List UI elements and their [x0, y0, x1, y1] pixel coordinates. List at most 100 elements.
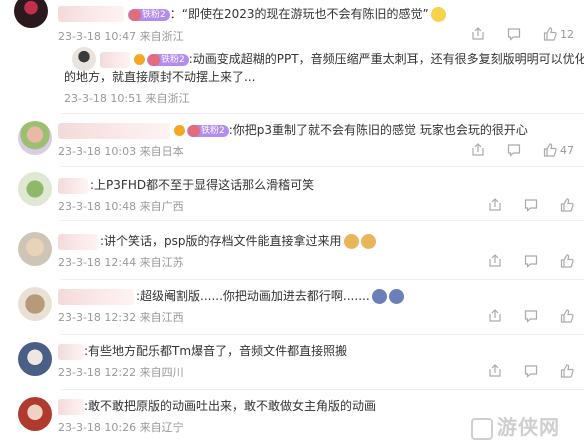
avatar[interactable]: [18, 287, 52, 321]
share-button[interactable]: [488, 364, 502, 378]
comment-date: 23-3-18 10:47: [58, 30, 137, 43]
fan-badge: 铁粉2: [147, 53, 189, 66]
avatar[interactable]: [14, 0, 48, 28]
comment-3: 铁粉2:你把p3重制了就不会有陈旧的感觉 玩家也会玩的很开心 23-3-18 1…: [0, 115, 584, 169]
like-count: 47: [560, 143, 574, 157]
vip-icon: [134, 54, 145, 65]
comment-date: 23-3-18 12:44: [58, 256, 137, 269]
comment-location: 来自江苏: [139, 256, 184, 269]
smile-emoji-icon: [430, 7, 446, 22]
reply-button[interactable]: [524, 198, 538, 212]
username-redacted[interactable]: [100, 52, 130, 68]
divider: [60, 279, 584, 280]
comment-text: :超级阉割版......你把动画加进去都行啊.......: [136, 289, 370, 303]
share-icon: [489, 309, 501, 322]
username-redacted[interactable]: [58, 234, 98, 250]
share-button[interactable]: [488, 309, 502, 323]
comment-text: :有些地方配乐都Tm爆音了，音频文件都直接照搬: [84, 344, 348, 358]
comment-icon: [524, 255, 538, 268]
fan-badge-icon: [148, 53, 160, 66]
watermark-logo-icon: [471, 417, 493, 440]
comment-date: 23-3-18 10:03: [58, 145, 137, 158]
doge-emoji-icon: [360, 234, 376, 249]
like-icon: [560, 364, 574, 378]
comment-text-cont: 的地方，就直接原封不动摆上来了...: [64, 70, 256, 84]
fan-badge-icon: [188, 124, 200, 137]
divider: [60, 113, 584, 114]
username-redacted[interactable]: [58, 178, 88, 194]
like-icon: [560, 309, 574, 323]
avatar[interactable]: [18, 121, 52, 155]
share-icon: [489, 198, 501, 211]
reply-button[interactable]: [507, 27, 521, 41]
fan-badge: 铁粉2: [128, 8, 170, 21]
comment-text: :上P3FHD都不至于显得这话那么滑稽可笑: [90, 178, 315, 192]
avatar[interactable]: [18, 397, 52, 431]
comment-text: :动画变成超糊的PPT，音频压缩严重太刺耳，还有很多复刻版明明可以优化: [188, 52, 584, 66]
share-button[interactable]: [471, 143, 485, 157]
divider: [60, 389, 584, 390]
username-redacted[interactable]: [58, 344, 84, 360]
comment-icon: [507, 28, 521, 41]
reply-button[interactable]: [524, 254, 538, 268]
comment-location: 来自四川: [139, 366, 184, 379]
divider: [60, 166, 584, 167]
username-redacted[interactable]: [58, 123, 170, 139]
comment-4: :上P3FHD都不至于显得这话那么滑稽可笑 23-3-18 10:48 来自广西: [0, 168, 584, 222]
like-button[interactable]: [560, 254, 574, 268]
divider: [60, 334, 584, 335]
like-button[interactable]: [560, 364, 574, 378]
username-redacted[interactable]: [58, 289, 134, 305]
comment-text: ：“即使在2023的现在游玩也不会有陈旧的感觉”: [169, 7, 429, 21]
avatar[interactable]: [18, 232, 52, 266]
comment-7: :有些地方配乐都Tm爆音了，音频文件都直接照搬 23-3-18 12:22 来自…: [0, 336, 584, 390]
comment-text: :你把p3重制了就不会有陈旧的感觉 玩家也会玩的很开心: [228, 123, 528, 137]
share-button[interactable]: [488, 198, 502, 212]
comment-date: 23-3-18 10:26: [58, 421, 137, 434]
like-count: 12: [560, 27, 574, 41]
like-button[interactable]: [560, 309, 574, 323]
like-button[interactable]: [560, 198, 574, 212]
comment-icon: [507, 144, 521, 157]
username-redacted[interactable]: [58, 399, 84, 415]
like-button[interactable]: 12: [543, 27, 574, 41]
doge-emoji-icon: [343, 234, 359, 249]
comment-location: 来自广西: [139, 200, 184, 213]
vip-icon: [174, 125, 185, 136]
share-icon: [489, 364, 501, 377]
comment-text: :讲个笑话，psp版的存档文件能直接拿过来用: [100, 234, 342, 248]
share-icon: [472, 27, 484, 40]
share-icon: [472, 143, 484, 156]
comment-location: 来自日本: [139, 145, 184, 158]
comment-text: :敢不敢把原版的动画吐出来，敢不敢做女主角版的动画: [84, 399, 377, 413]
comment-location: 来自浙江: [145, 92, 190, 105]
like-icon: [543, 27, 557, 41]
cry-emoji-icon: [388, 289, 404, 304]
comment-6: :超级阉割版......你把动画加进去都行啊....... 23-3-18 12…: [0, 281, 584, 337]
like-icon: [543, 143, 557, 157]
comment-reply: 铁粉2:动画变成超糊的PPT，音频压缩严重太刺耳，还有很多复刻版明明可以优化 的…: [0, 44, 584, 108]
avatar[interactable]: [18, 342, 52, 376]
watermark: 游侠网: [471, 411, 560, 440]
avatar[interactable]: [18, 172, 52, 206]
like-icon: [560, 254, 574, 268]
username-redacted[interactable]: [58, 6, 124, 22]
comment-icon: [524, 199, 538, 212]
comment-date: 23-3-18 10:51: [64, 92, 143, 105]
divider: [60, 220, 584, 221]
reply-button[interactable]: [524, 309, 538, 323]
share-icon: [489, 254, 501, 267]
comment-icon: [524, 310, 538, 323]
reply-button[interactable]: [507, 143, 521, 157]
comment-5: :讲个笑话，psp版的存档文件能直接拿过来用 23-3-18 12:44 来自江…: [0, 222, 584, 280]
share-button[interactable]: [471, 27, 485, 41]
comment-location: 来自浙江: [139, 30, 184, 43]
comment-date: 23-3-18 12:22: [58, 366, 137, 379]
fan-badge: 铁粉2: [187, 124, 229, 137]
like-button[interactable]: 47: [543, 143, 574, 157]
like-icon: [560, 198, 574, 212]
fan-badge-icon: [129, 8, 141, 21]
reply-button[interactable]: [524, 364, 538, 378]
share-button[interactable]: [488, 254, 502, 268]
comment-location: 来自辽宁: [139, 421, 184, 434]
